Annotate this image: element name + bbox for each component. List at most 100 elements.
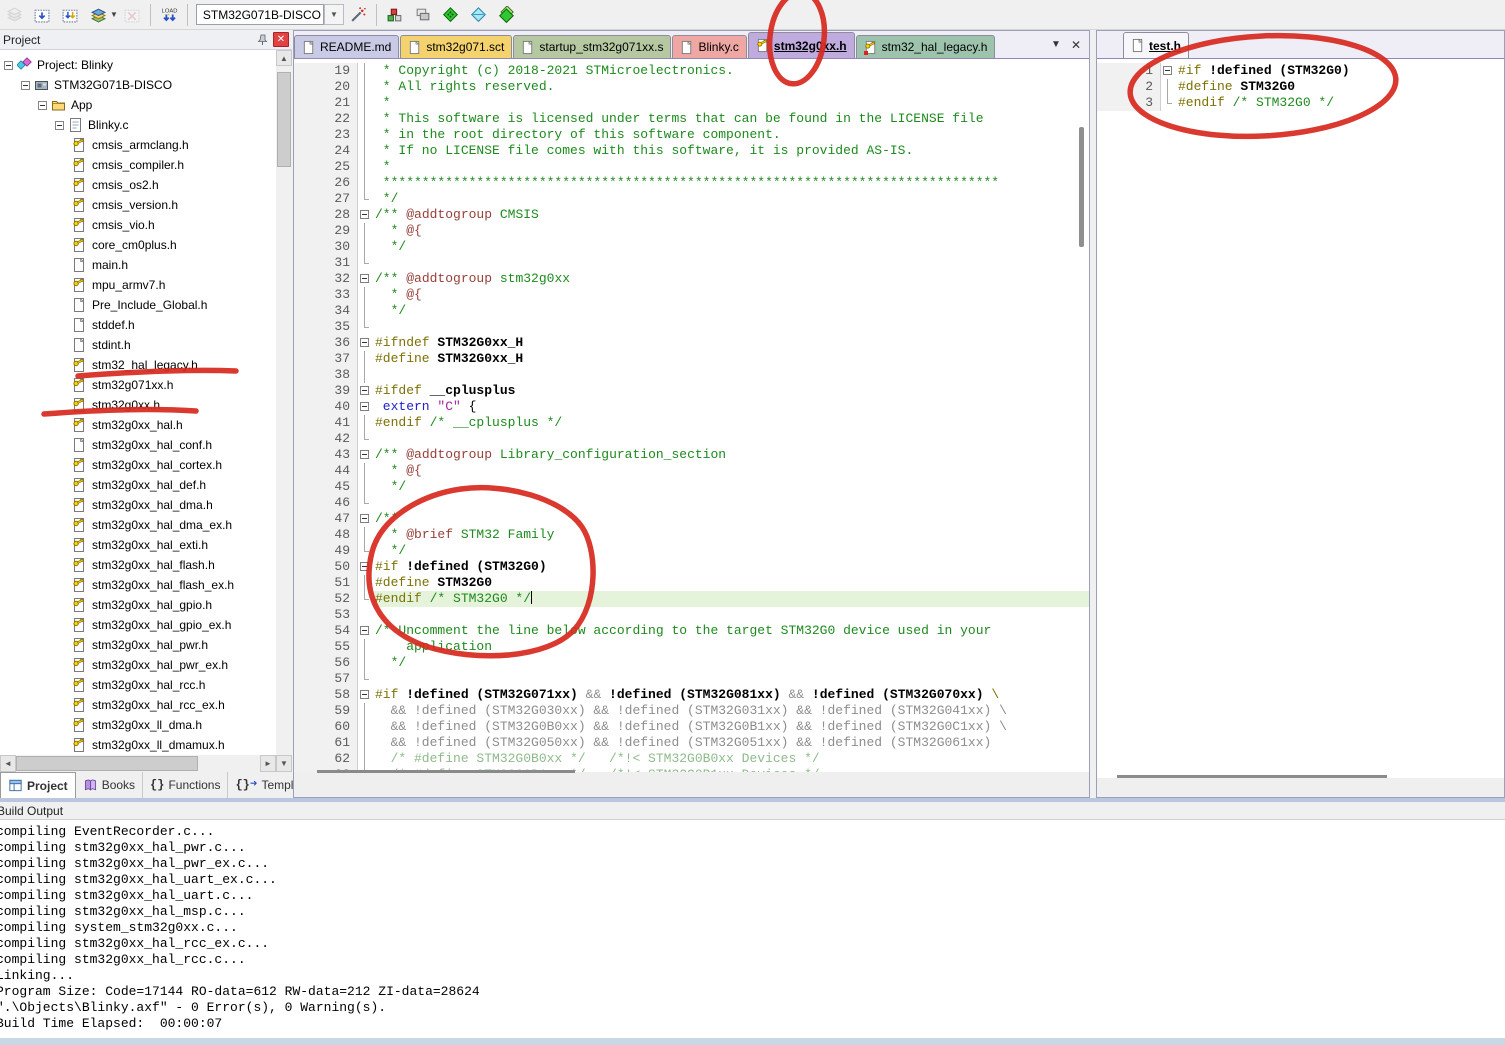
tree-item-cmsis-armclang-h[interactable]: cmsis_armclang.h <box>0 135 276 155</box>
fold-collapse-icon[interactable] <box>358 335 373 351</box>
tree-item-blinky-c[interactable]: Blinky.c <box>0 115 276 135</box>
tree-item-project-blinky[interactable]: Project: Blinky <box>0 55 276 75</box>
target-select-dropdown-icon[interactable]: ▼ <box>324 4 344 25</box>
tree-item-stm32-hal-legacy-h[interactable]: stm32_hal_legacy.h <box>0 355 276 375</box>
build-log-line: compiling stm32g0xx_hal_uart.c... <box>0 888 1505 904</box>
fold-collapse-icon[interactable] <box>358 207 373 223</box>
tab-list-dropdown-icon[interactable]: ▼ <box>1051 39 1061 50</box>
project-tree-vscrollbar[interactable]: ▲ <box>276 50 292 768</box>
copy-window-icon[interactable] <box>410 3 436 27</box>
tree-item-stm32g0xx-hal-rcc-ex-h[interactable]: stm32g0xx_hal_rcc_ex.h <box>0 695 276 715</box>
tree-item-cmsis-vio-h[interactable]: cmsis_vio.h <box>0 215 276 235</box>
tab-startup_stm32g071xx.s[interactable]: startup_stm32g071xx.s <box>513 35 671 58</box>
options-target-icon[interactable] <box>345 3 371 27</box>
tree-item-stm32g0xx-hal-pwr-h[interactable]: stm32g0xx_hal_pwr.h <box>0 635 276 655</box>
tree-item-core-cm0plus-h[interactable]: core_cm0plus.h <box>0 235 276 255</box>
view-tab-books[interactable]: Books <box>76 772 143 798</box>
tree-item-stdint-h[interactable]: stdint.h <box>0 335 276 355</box>
tab-test.h[interactable]: test.h <box>1123 32 1189 58</box>
tree-item-stm32g0xx-h[interactable]: stm32g0xx.h <box>0 395 276 415</box>
tree-item-stm32g0xx-hal-h[interactable]: stm32g0xx_hal.h <box>0 415 276 435</box>
tree-item-cmsis-version-h[interactable]: cmsis_version.h <box>0 195 276 215</box>
tree-item-pre-include-global-h[interactable]: Pre_Include_Global.h <box>0 295 276 315</box>
dropdown-caret-icon[interactable]: ▼ <box>110 10 118 19</box>
fold-collapse-icon[interactable] <box>358 399 373 415</box>
tree-item-stm32g0xx-hal-gpio-h[interactable]: stm32g0xx_hal_gpio.h <box>0 595 276 615</box>
tree-item-stm32g0xx-hal-dma-h[interactable]: stm32g0xx_hal_dma.h <box>0 495 276 515</box>
tree-item-stm32g0xx-hal-rcc-h[interactable]: stm32g0xx_hal_rcc.h <box>0 675 276 695</box>
collapse-icon[interactable] <box>21 81 30 90</box>
tree-item-stm32g071xx-h[interactable]: stm32g071xx.h <box>0 375 276 395</box>
collapse-icon[interactable] <box>4 61 13 70</box>
load-icon[interactable]: LOAD <box>156 3 182 27</box>
project-tree[interactable]: Project: BlinkySTM32G071B-DISCOAppBlinky… <box>0 50 276 768</box>
project-tree-hscrollbar[interactable]: ◄ ► ▼ <box>0 755 292 772</box>
tab-stm32g071.sct[interactable]: stm32g071.sct <box>400 35 512 58</box>
code-text: /** <box>373 511 398 527</box>
tree-item-stm32g0xx-hal-cortex-h[interactable]: stm32g0xx_hal_cortex.h <box>0 455 276 475</box>
tree-item-app[interactable]: App <box>0 95 276 115</box>
editor-vscroll-thumb[interactable] <box>1079 127 1084 247</box>
tree-item-stm32g0xx-hal-flash-ex-h[interactable]: stm32g0xx_hal_flash_ex.h <box>0 575 276 595</box>
rebuild-icon[interactable] <box>57 3 83 27</box>
view-tab-bar: ProjectBooks{}Functions{}➜Templates <box>0 772 292 798</box>
fold-collapse-icon[interactable] <box>358 559 373 575</box>
secondary-hscroll-thumb[interactable] <box>1117 775 1387 778</box>
tab-label: Blinky.c <box>698 40 738 54</box>
tree-item-mpu-armv7-h[interactable]: mpu_armv7.h <box>0 275 276 295</box>
editor-hscroll-thumb[interactable] <box>317 770 575 773</box>
tree-item-label: main.h <box>92 258 128 272</box>
scroll-up-icon[interactable]: ▲ <box>276 50 292 66</box>
fold-collapse-icon[interactable] <box>1161 63 1176 79</box>
collapse-icon[interactable] <box>55 121 64 130</box>
tree-item-cmsis-os2-h[interactable]: cmsis_os2.h <box>0 175 276 195</box>
fold-collapse-icon[interactable] <box>358 447 373 463</box>
code-text: /** @addtogroup stm32g0xx <box>373 271 570 287</box>
tree-item-stm32g0xx-hal-pwr-ex-h[interactable]: stm32g0xx_hal_pwr_ex.h <box>0 655 276 675</box>
tree-item-cmsis-compiler-h[interactable]: cmsis_compiler.h <box>0 155 276 175</box>
tree-item-stm32g0xx-hal-dma-ex-h[interactable]: stm32g0xx_hal_dma_ex.h <box>0 515 276 535</box>
tree-item-stm32g0xx-ll-dma-h[interactable]: stm32g0xx_ll_dma.h <box>0 715 276 735</box>
scroll-right-icon[interactable]: ► <box>260 755 276 772</box>
fold-collapse-icon[interactable] <box>358 511 373 527</box>
fold-marker <box>358 223 373 239</box>
pack-installer-icon[interactable] <box>466 3 492 27</box>
manage-rte-icon[interactable] <box>438 3 464 27</box>
close-icon[interactable]: ✕ <box>273 32 289 47</box>
manage-project-items-icon[interactable] <box>382 3 408 27</box>
tab-stm32_hal_legacy.h[interactable]: stm32_hal_legacy.h <box>856 35 996 58</box>
code-editor[interactable]: 19 * Copyright (c) 2018-2021 STMicroelec… <box>294 59 1089 797</box>
scroll-down-icon[interactable]: ▼ <box>276 755 292 772</box>
collapse-icon[interactable] <box>38 101 47 110</box>
tree-item-main-h[interactable]: main.h <box>0 255 276 275</box>
fold-collapse-icon[interactable] <box>358 383 373 399</box>
tree-item-stddef-h[interactable]: stddef.h <box>0 315 276 335</box>
tree-item-stm32g0xx-hal-def-h[interactable]: stm32g0xx_hal_def.h <box>0 475 276 495</box>
tab-close-icon[interactable]: ✕ <box>1071 38 1081 52</box>
fold-collapse-icon[interactable] <box>358 271 373 287</box>
tree-item-stm32g0xx-hal-flash-h[interactable]: stm32g0xx_hal_flash.h <box>0 555 276 575</box>
fold-collapse-icon[interactable] <box>358 623 373 639</box>
build-output-log[interactable]: compiling EventRecorder.c...compiling st… <box>0 820 1505 1032</box>
build-icon[interactable] <box>29 3 55 27</box>
batch-build-icon[interactable] <box>85 3 111 27</box>
tree-item-stm32g071b-disco[interactable]: STM32G071B-DISCO <box>0 75 276 95</box>
target-select[interactable]: STM32G071B-DISCO <box>196 4 324 25</box>
tree-item-stm32g0xx-hal-exti-h[interactable]: stm32g0xx_hal_exti.h <box>0 535 276 555</box>
manage-packs-icon[interactable] <box>494 3 520 27</box>
pin-icon[interactable] <box>254 32 270 47</box>
tree-item-stm32g0xx-ll-dmamux-h[interactable]: stm32g0xx_ll_dmamux.h <box>0 735 276 755</box>
hscroll-thumb[interactable] <box>16 756 198 771</box>
code-line-27: 27 */ <box>294 191 1089 207</box>
vscroll-thumb[interactable] <box>277 72 291 167</box>
view-tab-project[interactable]: Project <box>0 772 76 798</box>
view-tab-functions[interactable]: {}Functions <box>143 772 228 798</box>
tab-stm32g0xx.h[interactable]: stm32g0xx.h <box>748 32 855 58</box>
secondary-code-editor[interactable]: 1#if !defined (STM32G0)2#define STM32G03… <box>1097 59 1504 797</box>
fold-collapse-icon[interactable] <box>358 687 373 703</box>
tab-README.md[interactable]: README.md <box>294 35 399 58</box>
scroll-left-icon[interactable]: ◄ <box>0 755 16 772</box>
tree-item-stm32g0xx-hal-gpio-ex-h[interactable]: stm32g0xx_hal_gpio_ex.h <box>0 615 276 635</box>
tab-Blinky.c[interactable]: Blinky.c <box>672 35 746 58</box>
tree-item-stm32g0xx-hal-conf-h[interactable]: stm32g0xx_hal_conf.h <box>0 435 276 455</box>
